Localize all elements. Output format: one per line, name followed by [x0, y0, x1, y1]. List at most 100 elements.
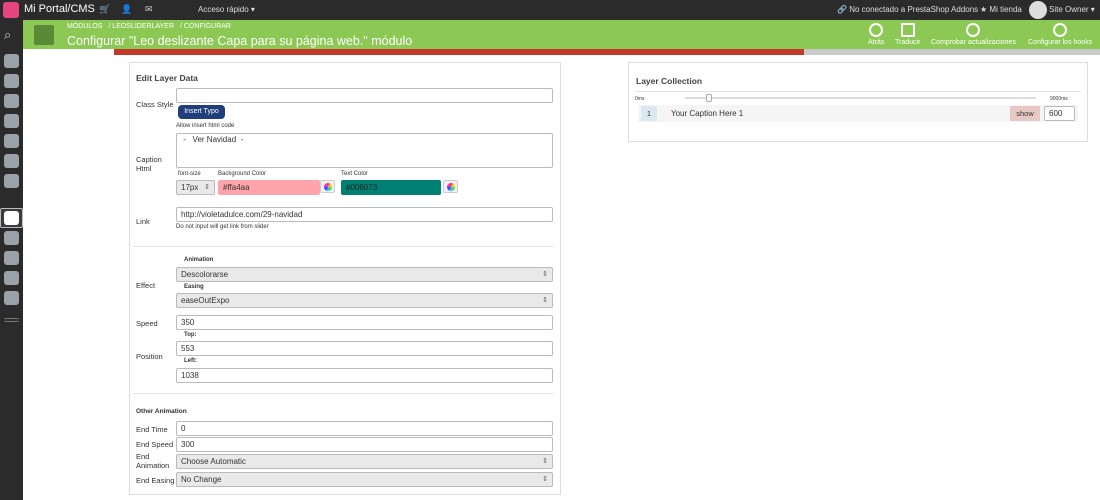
class-style-label: Class Style [136, 100, 174, 109]
layer-collection-title: Layer Collection [636, 76, 703, 86]
link-input[interactable]: http://violetadulce.com/29-navidad [176, 207, 553, 222]
divider [635, 91, 1081, 92]
link-icon: 🔗 [837, 5, 847, 14]
stats-icon[interactable] [4, 291, 19, 305]
customers-icon[interactable] [4, 114, 19, 128]
layer-collection-panel: Layer Collection 0ms 9000ms 1 Your Capti… [628, 62, 1088, 142]
collapse-menu-icon[interactable] [4, 318, 19, 322]
prestashop-logo-icon[interactable] [3, 2, 19, 18]
layer-time-input[interactable]: 600 [1044, 106, 1075, 121]
configure-hooks-button[interactable]: Configurar los hooks [1028, 23, 1092, 46]
insert-typo-button[interactable]: Insert Typo [178, 105, 225, 119]
end-time-label: End Time [136, 425, 168, 434]
shipping-icon[interactable] [4, 154, 19, 168]
dashboard-icon[interactable] [4, 54, 19, 68]
top-label: Top: [184, 332, 197, 338]
class-style-input[interactable] [176, 88, 553, 103]
font-size-label: font-size [178, 171, 201, 177]
end-animation-label: End Animation [136, 452, 170, 470]
slider-min-label: 0ms [635, 96, 645, 102]
administration-icon[interactable] [4, 271, 19, 285]
link-note: Do not input will get link from slider [176, 224, 269, 230]
font-size-select[interactable]: 17px ⇕ [176, 180, 215, 195]
addons-status-label: No conectado a PrestaShop Addons [849, 5, 979, 14]
bg-color-input[interactable]: #ffa4aa [218, 180, 320, 195]
slider-track[interactable] [685, 97, 1036, 99]
avatar[interactable] [1029, 1, 1047, 19]
modules-icon[interactable] [4, 211, 19, 225]
easing-value: easeOutExpo [181, 296, 230, 305]
my-store-link[interactable]: ★ Mi tienda [980, 5, 1022, 14]
layer-index: 1 [641, 106, 657, 121]
text-color-input[interactable]: #008073 [341, 180, 441, 195]
end-animation-select[interactable]: Choose Automatic ⇕ [176, 454, 553, 469]
end-easing-value: No Change [181, 475, 222, 484]
mail-icon[interactable]: ✉ [145, 5, 154, 14]
animation-label: Animation [184, 257, 214, 263]
cart-icon[interactable]: 🛒 [99, 5, 110, 14]
slider-max-label: 9000ms [1050, 96, 1068, 102]
user-icon[interactable]: 👤 [121, 5, 132, 14]
stepper-icon: ⇕ [542, 297, 548, 304]
advanced-params-icon[interactable] [4, 251, 19, 265]
brand-name[interactable]: Mi Portal/CMS [24, 3, 95, 15]
speed-input[interactable]: 350 [176, 315, 553, 330]
back-icon [869, 23, 884, 37]
progress-fill [114, 49, 805, 55]
layer-caption: Your Caption Here 1 [671, 109, 744, 118]
price-rules-icon[interactable] [4, 134, 19, 148]
show-layer-button[interactable]: show [1010, 106, 1040, 121]
user-menu[interactable]: Site Owner ▾ [1049, 5, 1095, 14]
localization-icon[interactable] [4, 174, 19, 188]
check-updates-button[interactable]: Comprobar actualizaciones [931, 23, 1016, 46]
addons-status-link[interactable]: 🔗 No conectado a PrestaShop Addons [837, 5, 978, 14]
text-color-picker[interactable] [443, 180, 458, 193]
easing-select[interactable]: easeOutExpo ⇕ [176, 293, 553, 308]
catalog-icon[interactable] [4, 74, 19, 88]
slider-handle[interactable] [706, 94, 713, 102]
translate-button[interactable]: Traducir [895, 23, 920, 46]
speed-label: Speed [136, 319, 158, 328]
end-speed-input[interactable]: 300 [176, 437, 553, 452]
color-wheel-icon [324, 183, 332, 191]
allow-html-note: Allow insert html code [176, 123, 235, 129]
preferences-icon[interactable] [4, 231, 19, 245]
search-icon[interactable]: ⌕ [4, 28, 19, 42]
caption-html-textarea[interactable]: - Ver Navidad - [176, 133, 553, 168]
stepper-icon: ⇕ [542, 458, 548, 465]
end-time-input[interactable]: 0 [176, 421, 553, 436]
edit-layer-title: Edit Layer Data [136, 73, 198, 83]
end-easing-label: End Easing [136, 476, 175, 485]
bg-color-picker[interactable] [320, 180, 335, 193]
orders-icon[interactable] [4, 94, 19, 108]
refresh-icon [966, 23, 981, 37]
flag-icon [900, 23, 915, 37]
star-icon: ★ [980, 5, 988, 14]
stepper-icon: ⇕ [204, 184, 210, 191]
end-easing-select[interactable]: No Change ⇕ [176, 472, 553, 487]
progress-bar [114, 49, 1100, 55]
breadcrumb: MÓDULOS / LEOSLIDERLAYER / CONFIGURAR [67, 23, 231, 30]
easing-label: Easing [184, 284, 204, 290]
top-input[interactable]: 553 [176, 341, 553, 356]
left-input[interactable]: 1038 [176, 368, 553, 383]
timeline-slider[interactable]: 0ms 9000ms [635, 94, 1079, 104]
back-button[interactable]: Atrás [868, 23, 884, 46]
stepper-icon: ⇕ [542, 476, 548, 483]
my-store-label: Mi tienda [989, 5, 1022, 14]
puzzle-icon [34, 25, 54, 45]
position-label: Position [136, 352, 163, 361]
breadcrumb-modules[interactable]: MÓDULOS [67, 23, 102, 30]
layer-row[interactable]: 1 Your Caption Here 1 show 600 [638, 105, 1078, 122]
other-animation-title: Other Animation [136, 408, 187, 415]
stepper-icon: ⇕ [542, 271, 548, 278]
font-size-value: 17px [181, 183, 199, 192]
breadcrumb-configure: CONFIGURAR [183, 23, 231, 30]
anchor-icon [1053, 23, 1068, 37]
effect-label: Effect [136, 281, 156, 290]
quick-access-menu[interactable]: Acceso rápido ▾ [198, 5, 255, 14]
link-label: Link [136, 217, 150, 226]
breadcrumb-module[interactable]: LEOSLIDERLAYER [112, 23, 174, 30]
animation-select[interactable]: Descolorarse ⇕ [176, 267, 553, 282]
color-wheel-icon [447, 183, 455, 191]
